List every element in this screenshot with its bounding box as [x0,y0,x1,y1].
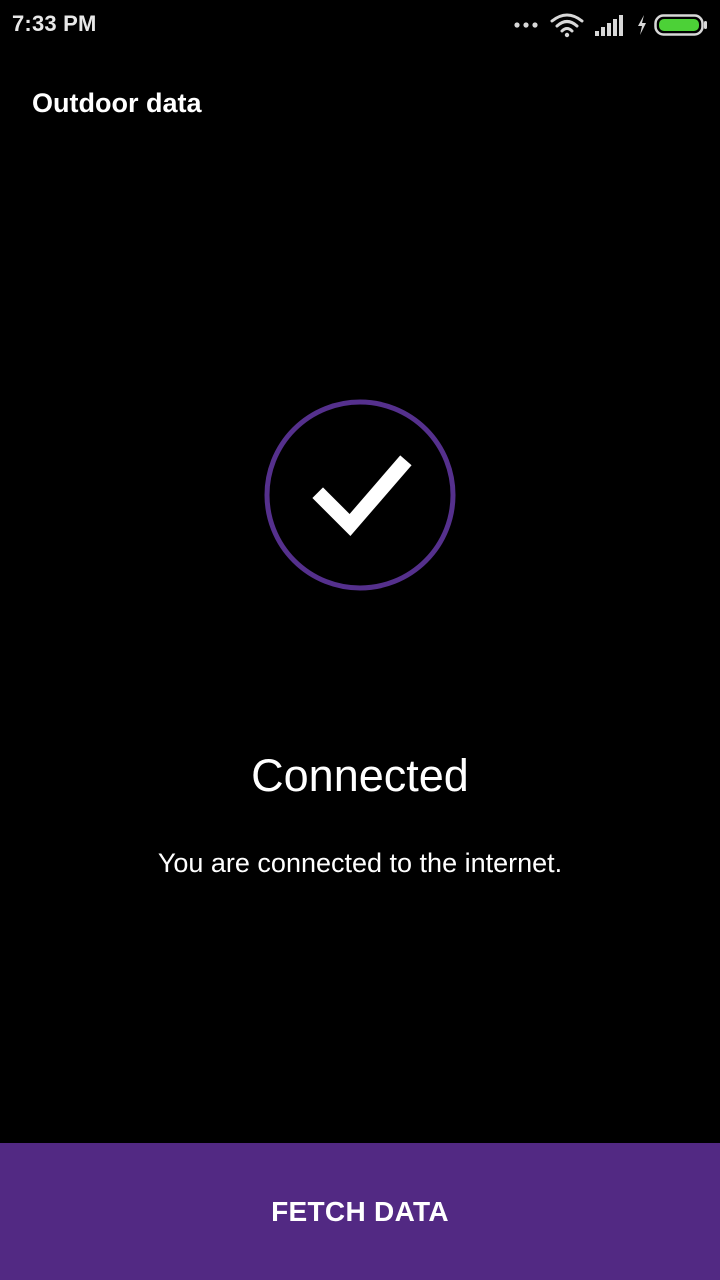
status-icons [514,10,708,40]
status-time: 7:33 PM [12,11,97,36]
wifi-icon [550,12,584,38]
connection-headline: Connected [251,750,469,801]
app-title: Outdoor data [32,88,202,118]
connection-status-badge [263,398,457,592]
charging-icon [636,14,648,36]
more-dots-icon [514,21,538,29]
fetch-data-button[interactable]: FETCH DATA [0,1143,720,1280]
battery-icon [654,13,708,37]
connection-message: You are connected to the internet. [157,848,563,878]
status-bar: 7:33 PM [0,0,720,50]
signal-icon [594,13,626,37]
checkmark-icon [264,399,456,591]
fetch-data-label: FETCH DATA [271,1195,449,1227]
